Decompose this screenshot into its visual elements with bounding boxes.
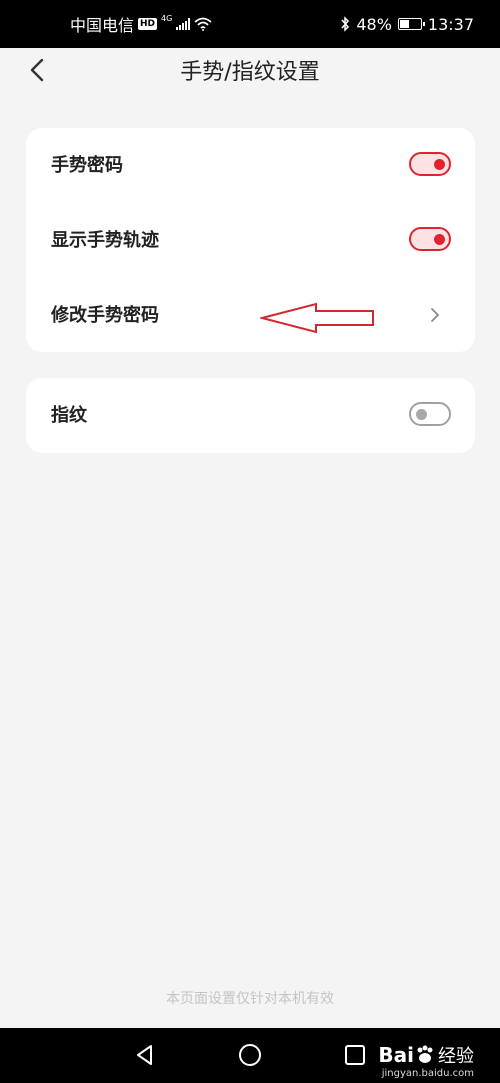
system-navigation-bar: Bai 经验 jingyan.baidu.com	[0, 1028, 500, 1083]
bluetooth-icon	[341, 16, 350, 32]
show-gesture-trail-row[interactable]: 显示手势轨迹	[26, 203, 475, 278]
gesture-password-row[interactable]: 手势密码	[26, 128, 475, 203]
watermark-logo-text: Bai	[378, 1043, 414, 1067]
status-bar: 中国电信 HD 4G 48% 13:37	[0, 0, 500, 48]
signal-icon	[176, 18, 191, 30]
gesture-password-switch[interactable]	[409, 152, 451, 176]
baidu-jingyan-watermark: Bai 经验 jingyan.baidu.com	[378, 1038, 474, 1079]
status-bar-right: 48% 13:37	[340, 0, 474, 48]
triangle-back-icon[interactable]	[131, 1041, 159, 1069]
footer-note: 本页面设置仅针对本机有效	[166, 991, 334, 1007]
paw-icon	[417, 1045, 433, 1063]
carrier-label: 中国电信	[70, 16, 135, 35]
wifi-icon	[194, 17, 212, 31]
watermark-cn-text: 经验	[438, 1046, 474, 1067]
status-bar-left: 中国电信 HD 4G	[70, 0, 212, 48]
switch-knob	[416, 409, 427, 420]
fingerprint-card: 指纹	[26, 378, 475, 453]
row-label: 显示手势轨迹	[51, 230, 159, 251]
battery-percent: 48%	[356, 14, 392, 34]
clock: 13:37	[427, 14, 474, 34]
change-gesture-password-row[interactable]: 修改手势密码	[26, 278, 475, 353]
row-label: 指纹	[51, 405, 87, 426]
watermark-url: jingyan.baidu.com	[381, 1068, 474, 1079]
row-label: 修改手势密码	[51, 305, 159, 326]
annotation-arrow-icon	[260, 302, 374, 334]
gesture-settings-card: 手势密码 显示手势轨迹 修改手势密码	[26, 128, 475, 352]
row-label: 手势密码	[51, 155, 123, 176]
square-recent-icon[interactable]	[341, 1041, 369, 1069]
page-title: 手势/指纹设置	[180, 60, 320, 85]
battery-icon	[397, 18, 425, 30]
page-header: 手势/指纹设置	[0, 48, 500, 92]
show-gesture-trail-switch[interactable]	[409, 227, 451, 251]
switch-knob	[434, 159, 445, 170]
hd-badge: HD	[138, 18, 158, 30]
network-type: 4G	[161, 13, 173, 23]
chevron-right-icon	[431, 308, 439, 322]
switch-knob	[434, 234, 445, 245]
circle-home-icon[interactable]	[236, 1041, 264, 1069]
fingerprint-row[interactable]: 指纹	[26, 378, 475, 453]
fingerprint-switch[interactable]	[409, 402, 451, 426]
